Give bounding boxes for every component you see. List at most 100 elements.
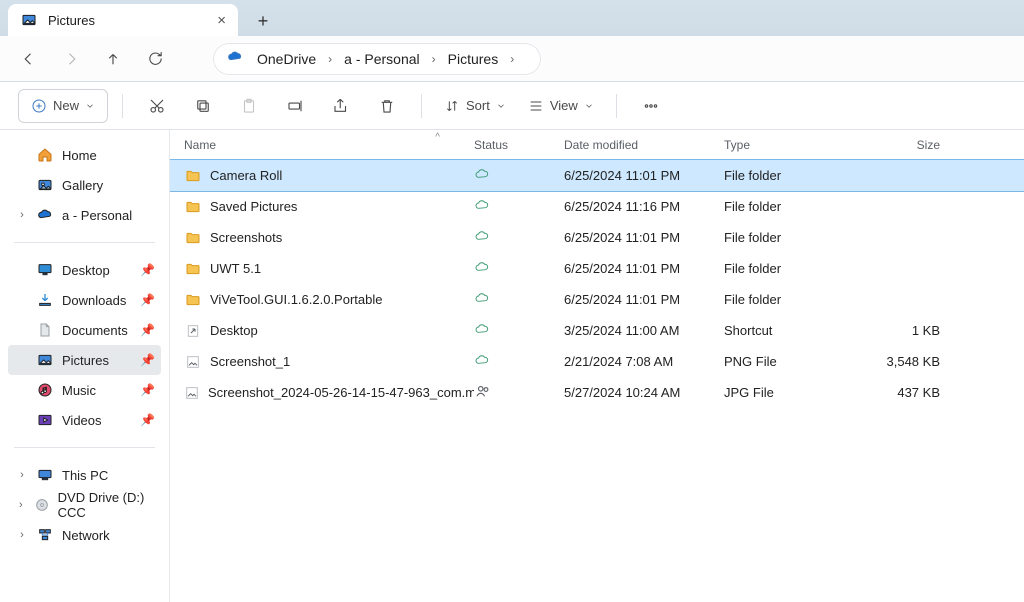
file-row[interactable]: ViVeTool.GUI.1.6.2.0.Portable 6/25/2024 … <box>170 284 1024 315</box>
share-button[interactable] <box>321 89 361 123</box>
sidebar-item[interactable]: Gallery <box>8 170 161 200</box>
pin-icon: 📌 <box>140 263 155 277</box>
cut-button[interactable] <box>137 89 177 123</box>
file-row[interactable]: Camera Roll 6/25/2024 11:01 PM File fold… <box>170 160 1024 191</box>
tab-title: Pictures <box>48 13 207 28</box>
cloud-status-icon <box>474 228 490 244</box>
file-row[interactable]: Screenshots 6/25/2024 11:01 PM File fold… <box>170 222 1024 253</box>
expand-chevron-icon[interactable]: › <box>16 209 28 221</box>
file-status <box>474 259 564 278</box>
file-status <box>474 166 564 185</box>
breadcrumb-segment[interactable]: OneDrive <box>251 49 322 69</box>
folder-icon <box>184 260 202 278</box>
file-row[interactable]: Saved Pictures 6/25/2024 11:16 PM File f… <box>170 191 1024 222</box>
chevron-right-icon[interactable]: › <box>430 52 438 66</box>
chevron-down-icon <box>584 101 594 111</box>
file-status <box>474 228 564 247</box>
file-type: Shortcut <box>724 323 864 338</box>
file-type: File folder <box>724 261 864 276</box>
folder-icon <box>184 167 202 185</box>
column-name[interactable]: Name^ <box>184 138 474 152</box>
file-status <box>474 382 564 403</box>
delete-button[interactable] <box>367 89 407 123</box>
up-button[interactable] <box>96 42 130 76</box>
separator <box>122 94 123 118</box>
more-button[interactable] <box>631 89 671 123</box>
chevron-down-icon <box>85 101 95 111</box>
refresh-button[interactable] <box>138 42 172 76</box>
sidebar-item-label: Gallery <box>62 178 103 193</box>
sidebar-item[interactable]: › DVD Drive (D:) CCC <box>8 490 161 520</box>
paste-button[interactable] <box>229 89 269 123</box>
file-row[interactable]: Screenshot_2024-05-26-14-15-47-963_com.m… <box>170 377 1024 408</box>
back-button[interactable] <box>12 42 46 76</box>
sidebar-item[interactable]: Music 📌 <box>8 375 161 405</box>
file-status <box>474 290 564 309</box>
sidebar-item-label: Network <box>62 528 110 543</box>
sort-asc-icon: ^ <box>435 132 440 143</box>
sidebar-item[interactable]: Videos 📌 <box>8 405 161 435</box>
file-status <box>474 352 564 371</box>
file-row[interactable]: UWT 5.1 6/25/2024 11:01 PM File folder <box>170 253 1024 284</box>
file-status <box>474 197 564 216</box>
file-date: 2/21/2024 7:08 AM <box>564 354 724 369</box>
expand-chevron-icon[interactable]: › <box>16 529 28 541</box>
expand-chevron-icon[interactable]: › <box>16 499 26 511</box>
sidebar-item[interactable]: Desktop 📌 <box>8 255 161 285</box>
chevron-right-icon[interactable]: › <box>508 52 516 66</box>
file-type: PNG File <box>724 354 864 369</box>
column-status[interactable]: Status <box>474 138 564 152</box>
sidebar-item[interactable]: Downloads 📌 <box>8 285 161 315</box>
address-bar[interactable]: OneDrive › a - Personal › Pictures › <box>212 42 542 76</box>
view-button[interactable]: View <box>520 89 602 123</box>
nav-bar: OneDrive › a - Personal › Pictures › <box>0 36 1024 82</box>
new-button-label: New <box>53 98 79 113</box>
folder-icon <box>184 198 202 216</box>
file-status <box>474 321 564 340</box>
downloads-icon <box>36 291 54 309</box>
pin-icon: 📌 <box>140 383 155 397</box>
column-date[interactable]: Date modified <box>564 138 724 152</box>
file-row[interactable]: Desktop 3/25/2024 11:00 AM Shortcut 1 KB <box>170 315 1024 346</box>
file-type: File folder <box>724 230 864 245</box>
videos-icon <box>36 411 54 429</box>
tab-bar: Pictures × + <box>0 0 1024 36</box>
sidebar-item[interactable]: Documents 📌 <box>8 315 161 345</box>
breadcrumb-segment[interactable]: Pictures <box>442 49 505 69</box>
column-type[interactable]: Type <box>724 138 864 152</box>
new-tab-button[interactable]: + <box>248 6 278 36</box>
cloud-status-icon <box>474 166 490 182</box>
copy-button[interactable] <box>183 89 223 123</box>
sidebar-item[interactable]: Home <box>8 140 161 170</box>
forward-button[interactable] <box>54 42 88 76</box>
rename-button[interactable] <box>275 89 315 123</box>
sidebar-item[interactable]: Pictures 📌 <box>8 345 161 375</box>
file-size: 3,548 KB <box>864 354 944 369</box>
sidebar-item-label: a - Personal <box>62 208 132 223</box>
separator <box>616 94 617 118</box>
file-size: 437 KB <box>864 385 944 400</box>
gallery-icon <box>36 176 54 194</box>
file-type: File folder <box>724 292 864 307</box>
desktop-icon <box>36 261 54 279</box>
pin-icon: 📌 <box>140 353 155 367</box>
home-icon <box>36 146 54 164</box>
file-name-label: Camera Roll <box>210 168 282 183</box>
expand-chevron-icon[interactable]: › <box>16 469 28 481</box>
close-tab-icon[interactable]: × <box>217 12 226 29</box>
sort-button[interactable]: Sort <box>436 89 514 123</box>
file-row[interactable]: Screenshot_1 2/21/2024 7:08 AM PNG File … <box>170 346 1024 377</box>
pin-icon: 📌 <box>140 413 155 427</box>
sidebar-item[interactable]: › Network <box>8 520 161 550</box>
column-size[interactable]: Size <box>864 138 944 152</box>
sidebar-item[interactable]: › a - Personal <box>8 200 161 230</box>
sidebar-item[interactable]: › This PC <box>8 460 161 490</box>
command-bar: New Sort View <box>0 82 1024 130</box>
pc-icon <box>36 466 54 484</box>
pin-icon: 📌 <box>140 293 155 307</box>
shared-status-icon <box>474 382 492 400</box>
chevron-right-icon[interactable]: › <box>326 52 334 66</box>
window-tab[interactable]: Pictures × <box>8 4 238 36</box>
breadcrumb-segment[interactable]: a - Personal <box>338 49 425 69</box>
new-button[interactable]: New <box>18 89 108 123</box>
